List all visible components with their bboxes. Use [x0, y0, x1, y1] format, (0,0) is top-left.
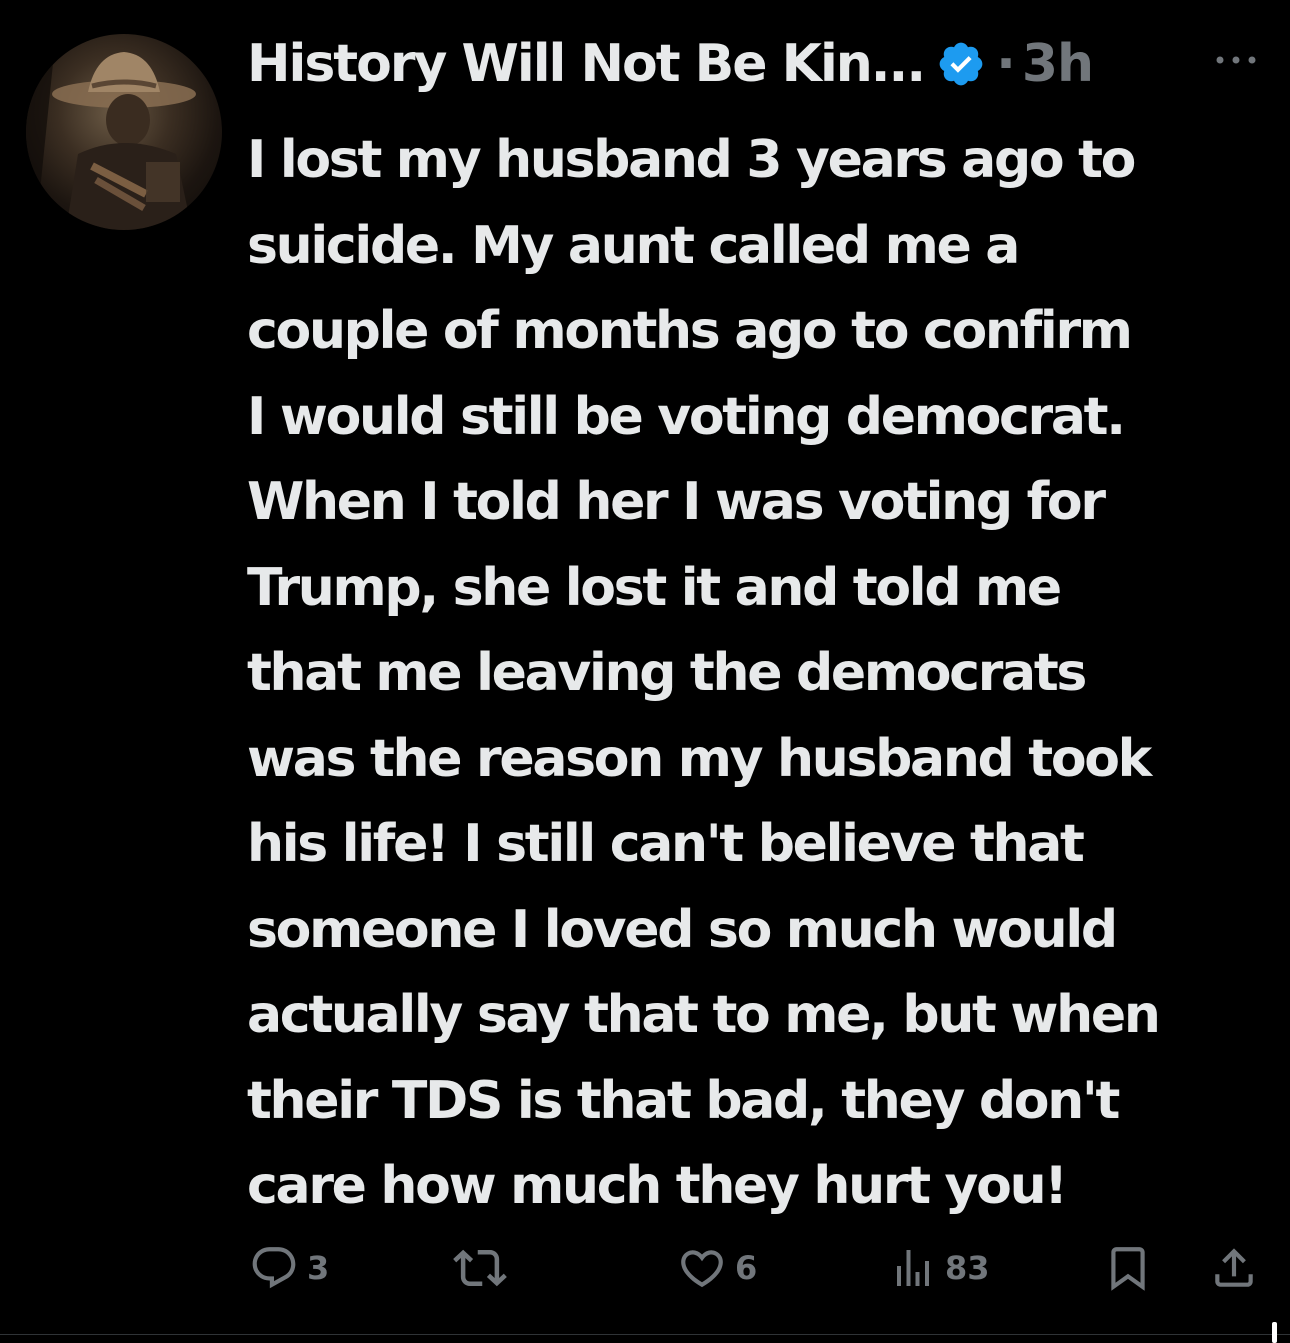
- reply-button[interactable]: 3: [249, 1240, 329, 1296]
- share-icon: [1209, 1243, 1259, 1293]
- like-count: 6: [735, 1249, 758, 1287]
- post-header: History Will Not Be Kin... · 3h: [247, 24, 1267, 104]
- timestamp[interactable]: 3h: [1022, 34, 1094, 94]
- views-button[interactable]: 83: [889, 1240, 990, 1296]
- more-horizontal-icon[interactable]: [1212, 50, 1260, 70]
- post-text-line: I would still be voting democrat.: [247, 386, 1126, 447]
- post-text: I lost my husband 3 years ago to suicide.…: [247, 118, 1277, 1230]
- display-name[interactable]: History Will Not Be Kin...: [247, 34, 926, 94]
- post-text-line: their TDS is that bad, they don't: [247, 1070, 1120, 1131]
- scrollbar-thumb[interactable]: [1272, 1322, 1277, 1343]
- reply-icon: [249, 1243, 299, 1293]
- share-button[interactable]: [1209, 1240, 1259, 1296]
- post[interactable]: History Will Not Be Kin... · 3h I lost m…: [0, 0, 1290, 1343]
- heart-icon: [677, 1243, 727, 1293]
- post-text-line: his life! I still can't believe that: [247, 814, 1085, 874]
- reply-count: 3: [307, 1249, 330, 1287]
- divider: [0, 1334, 1290, 1335]
- post-text-line: actually say that to me, but when: [247, 985, 1161, 1045]
- bookmark-icon: [1103, 1243, 1153, 1293]
- post-text-line: that me leaving the democrats: [247, 643, 1087, 703]
- post-text-line: suicide. My aunt called me a: [247, 215, 1020, 276]
- post-text-line: couple of months ago to confirm: [247, 301, 1133, 361]
- post-text-line: I lost my husband 3 years ago to: [247, 130, 1136, 190]
- avatar[interactable]: [26, 34, 222, 230]
- views-bar-icon: [889, 1244, 937, 1292]
- bookmark-button[interactable]: [1103, 1240, 1153, 1296]
- like-button[interactable]: 6: [677, 1240, 757, 1296]
- separator-dot: ·: [996, 34, 1016, 94]
- post-text-line: was the reason my husband took: [247, 728, 1152, 789]
- post-text-line: Trump, she lost it and told me: [247, 557, 1062, 618]
- repost-button[interactable]: [453, 1240, 515, 1296]
- post-text-line: When I told her I was voting for: [247, 472, 1106, 532]
- post-text-line: care how much they hurt you!: [247, 1156, 1068, 1216]
- post-text-line: someone I loved so much would: [247, 899, 1118, 960]
- action-bar: 3 6 83: [247, 1240, 1267, 1296]
- view-count: 83: [945, 1249, 990, 1287]
- verified-badge-icon[interactable]: [936, 39, 986, 89]
- repost-icon: [453, 1241, 507, 1295]
